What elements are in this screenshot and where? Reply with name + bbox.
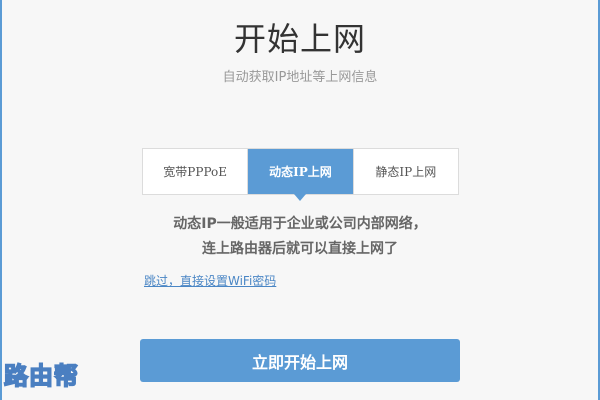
window-border-left (0, 0, 2, 400)
connection-type-tabs: 宽带PPPoE 动态IP上网 静态IP上网 (142, 148, 459, 201)
tab-pppoe[interactable]: 宽带PPPoE (143, 149, 247, 194)
tab-static-ip[interactable]: 静态IP上网 (352, 149, 458, 194)
description-line-2: 连上路由器后就可以直接上网了 (202, 241, 398, 257)
description-line-1: 动态IP一般适用于企业或公司内部网络， (173, 216, 427, 232)
page-subtitle: 自动获取IP地址等上网信息 (222, 70, 378, 85)
skip-to-wifi-link[interactable]: 跳过，直接设置WiFi密码 (144, 272, 276, 289)
connection-description: 动态IP一般适用于企业或公司内部网络， 连上路由器后就可以直接上网了 (0, 212, 600, 262)
watermark-logo: 路由帮 (3, 361, 79, 391)
page-title: 开始上网 (233, 20, 366, 58)
tab-dynamic-ip[interactable]: 动态IP上网 (247, 149, 353, 201)
start-internet-button[interactable]: 立即开始上网 (140, 339, 460, 382)
